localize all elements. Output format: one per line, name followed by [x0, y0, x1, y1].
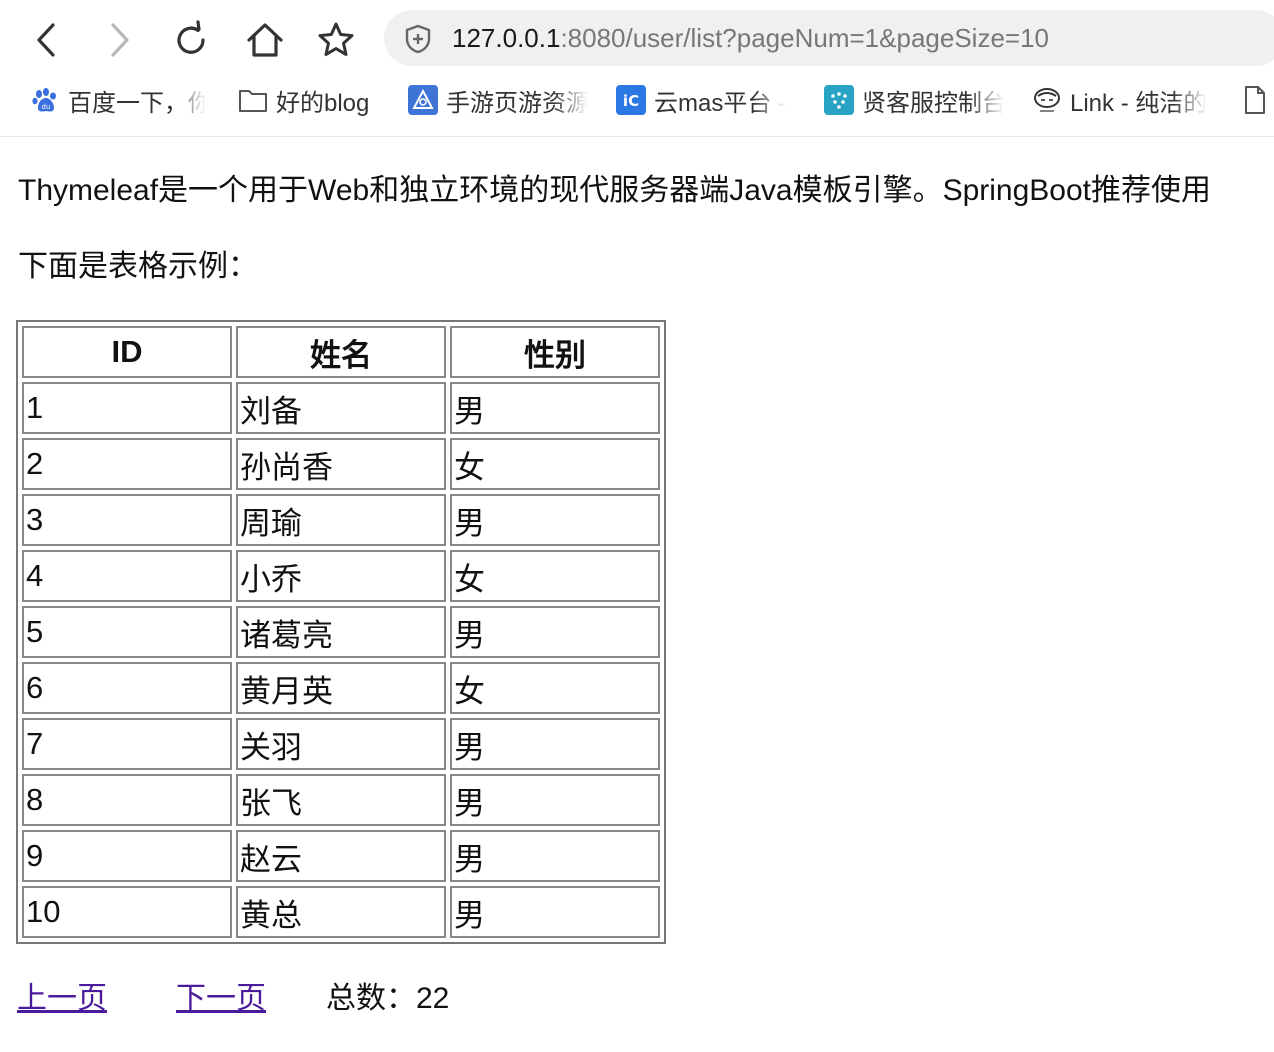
- cell-gender: 男: [450, 718, 660, 770]
- column-header-name: 姓名: [236, 326, 446, 378]
- cell-gender: 男: [450, 886, 660, 938]
- table-row: 6 黄月英 女: [22, 662, 660, 714]
- cell-id: 9: [22, 830, 232, 882]
- kefu-icon: [824, 85, 854, 115]
- cell-gender: 男: [450, 830, 660, 882]
- back-icon: [37, 23, 55, 57]
- yunmas-icon: iC: [616, 85, 646, 115]
- cell-name: 小乔: [236, 550, 446, 602]
- bookmark-yunmas[interactable]: iC 云mas平台 -: [616, 82, 794, 118]
- user-table: ID 姓名 性别 1 刘备 男 2 孙尚香 女 3 周瑜 男 4 小乔 女 5 …: [16, 320, 666, 944]
- bookmark-label: 贤客服控制台: [862, 89, 1004, 117]
- table-row: 2 孙尚香 女: [22, 438, 660, 490]
- cell-name: 黄月英: [236, 662, 446, 714]
- cell-name: 周瑜: [236, 494, 446, 546]
- link-avatar-icon: [1032, 85, 1062, 115]
- url-text: 127.0.0.1:8080/user/list?pageNum=1&pageS…: [452, 20, 1049, 56]
- back-button[interactable]: [20, 14, 72, 66]
- bookmark-baidu[interactable]: du 百度一下，你: [30, 82, 206, 118]
- bookmark-page[interactable]: [1240, 82, 1274, 118]
- cell-name: 刘备: [236, 382, 446, 434]
- browser-chrome: 127.0.0.1:8080/user/list?pageNum=1&pageS…: [0, 0, 1274, 137]
- table-row: 1 刘备 男: [22, 382, 660, 434]
- bookmark-star-button[interactable]: [310, 14, 362, 66]
- cell-id: 4: [22, 550, 232, 602]
- column-header-id: ID: [22, 326, 232, 378]
- address-bar[interactable]: 127.0.0.1:8080/user/list?pageNum=1&pageS…: [384, 10, 1274, 66]
- prev-page-link[interactable]: 上一页: [17, 979, 107, 1019]
- bookmark-link[interactable]: Link - 纯洁的: [1032, 82, 1210, 118]
- cell-id: 7: [22, 718, 232, 770]
- baidu-paw-icon: du: [30, 85, 60, 115]
- bookmark-blog-folder[interactable]: 好的blog: [238, 82, 388, 118]
- home-icon: [247, 23, 283, 57]
- cell-id: 5: [22, 606, 232, 658]
- cell-name: 黄总: [236, 886, 446, 938]
- table-row: 8 张飞 男: [22, 774, 660, 826]
- table-row: 10 黄总 男: [22, 886, 660, 938]
- cell-gender: 女: [450, 438, 660, 490]
- forward-icon: [111, 23, 129, 57]
- cell-gender: 女: [450, 662, 660, 714]
- bookmark-label: 百度一下，你: [68, 89, 206, 117]
- cell-gender: 男: [450, 494, 660, 546]
- total-count-value: 22: [416, 982, 450, 1015]
- reload-icon: [177, 20, 205, 54]
- table-row: 5 诸葛亮 男: [22, 606, 660, 658]
- bookmark-label: 手游页游资源: [446, 89, 588, 117]
- table-row: 9 赵云 男: [22, 830, 660, 882]
- cell-id: 10: [22, 886, 232, 938]
- game-site-icon: [408, 85, 438, 115]
- home-button[interactable]: [239, 14, 291, 66]
- bookmarks-bar: du 百度一下，你 好的blog 手游页游资源 iC 云mas平台 - 贤客服控…: [0, 76, 1274, 124]
- svg-text:du: du: [42, 103, 51, 111]
- cell-id: 6: [22, 662, 232, 714]
- cell-name: 孙尚香: [236, 438, 446, 490]
- cell-gender: 男: [450, 774, 660, 826]
- intro-text: Thymeleaf是一个用于Web和独立环境的现代服务器端Java模板引擎。Sp…: [18, 174, 1211, 207]
- url-host: 127.0.0.1: [452, 23, 561, 53]
- cell-gender: 男: [450, 606, 660, 658]
- url-path: :8080/user/list?pageNum=1&pageSize=10: [560, 23, 1050, 53]
- cell-gender: 女: [450, 550, 660, 602]
- cell-id: 2: [22, 438, 232, 490]
- bookmark-game-resources[interactable]: 手游页游资源: [408, 82, 588, 118]
- cell-name: 诸葛亮: [236, 606, 446, 658]
- cell-name: 张飞: [236, 774, 446, 826]
- cell-name: 赵云: [236, 830, 446, 882]
- table-intro: 下面是表格示例：: [18, 250, 258, 283]
- page-icon: [1240, 85, 1270, 115]
- table-row: 3 周瑜 男: [22, 494, 660, 546]
- folder-icon: [238, 85, 268, 115]
- cell-gender: 男: [450, 382, 660, 434]
- table-header-row: ID 姓名 性别: [22, 326, 660, 378]
- cell-id: 3: [22, 494, 232, 546]
- user-table-wrapper: ID 姓名 性别 1 刘备 男 2 孙尚香 女 3 周瑜 男 4 小乔 女 5 …: [16, 320, 666, 944]
- cell-id: 8: [22, 774, 232, 826]
- cell-id: 1: [22, 382, 232, 434]
- table-row: 4 小乔 女: [22, 550, 660, 602]
- page-content: Thymeleaf是一个用于Web和独立环境的现代服务器端Java模板引擎。Sp…: [0, 137, 1274, 1052]
- cell-name: 关羽: [236, 718, 446, 770]
- next-page-link[interactable]: 下一页: [176, 979, 266, 1019]
- column-header-gender: 性别: [450, 326, 660, 378]
- total-count-label: 总数：: [326, 982, 416, 1015]
- bookmark-label: 云mas平台 -: [654, 89, 786, 117]
- total-count: 总数：22: [326, 979, 449, 1019]
- table-row: 7 关羽 男: [22, 718, 660, 770]
- bookmark-kefu-console[interactable]: 贤客服控制台: [824, 82, 1004, 118]
- bookmark-label: 好的blog: [276, 89, 370, 117]
- bookmark-star-icon: [318, 22, 354, 56]
- forward-button[interactable]: [94, 14, 146, 66]
- shield-icon: [404, 24, 432, 58]
- svg-text:iC: iC: [623, 92, 639, 110]
- bookmark-label: Link - 纯洁的: [1070, 89, 1208, 117]
- reload-button[interactable]: [165, 14, 217, 66]
